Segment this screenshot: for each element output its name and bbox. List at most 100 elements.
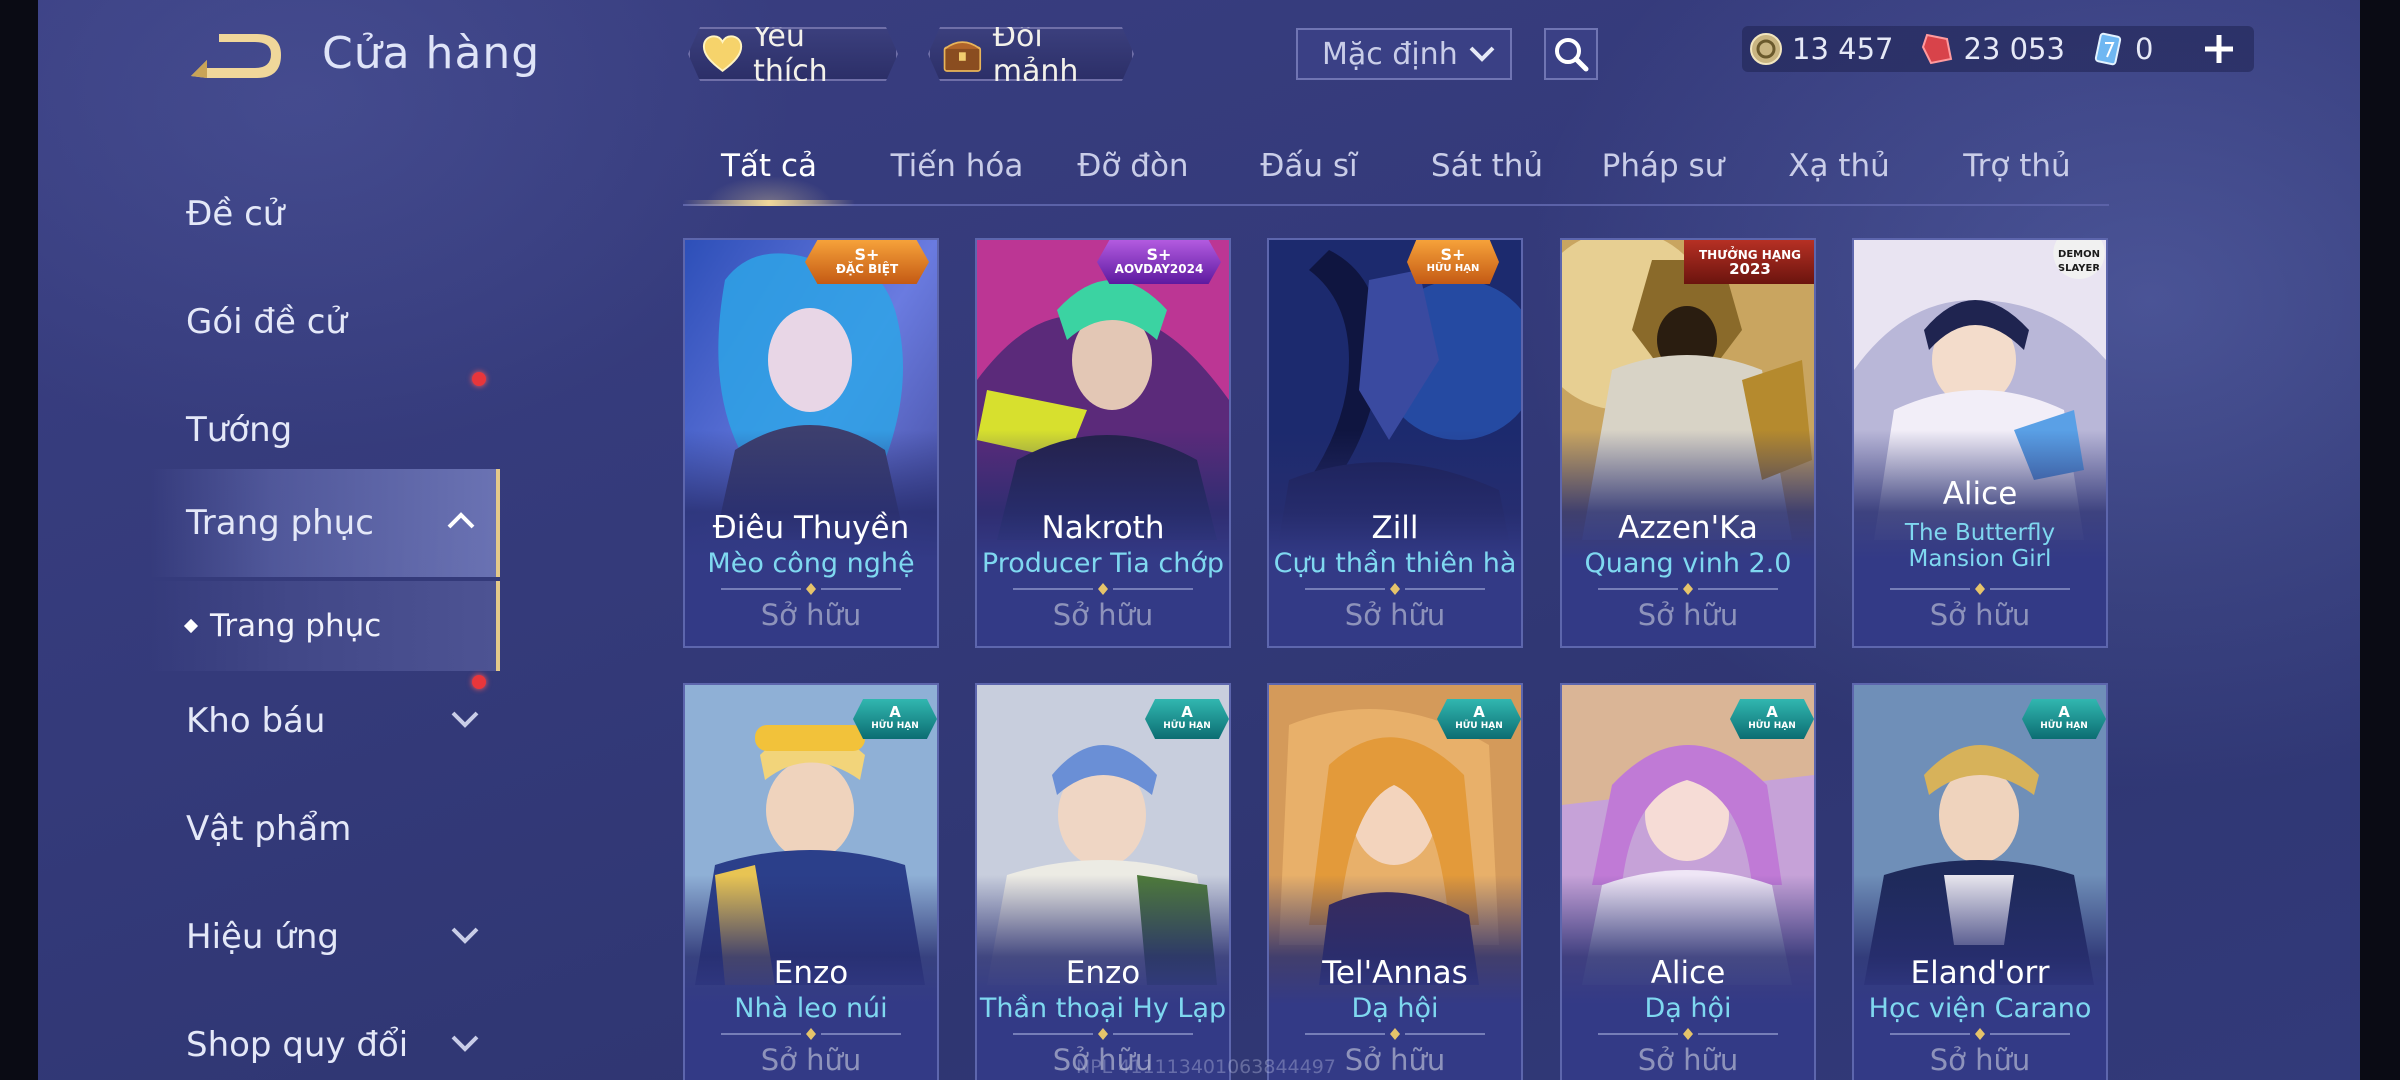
hero-name: Eland'orr (1910, 955, 2050, 991)
owned-status: Sở hữu (1344, 598, 1446, 632)
divider-ornament (721, 583, 901, 595)
tier-badge: S+ AOVDAY2024 (1097, 240, 1221, 284)
tier-badge: THƯỞNG HẠNG 2023 (1684, 240, 1814, 284)
sidebar-item-bundles[interactable]: Gói đề cử (150, 268, 500, 386)
gold-coin-icon (1750, 33, 1782, 65)
blue-card-icon (2094, 32, 2122, 66)
tier-badge: A HỮU HẠN (1437, 699, 1521, 739)
skin-card[interactable]: S+ AOVDAY2024 Nakroth Producer Tia chớp S… (975, 238, 1231, 648)
owned-status: Sở hữu (1637, 1043, 1739, 1077)
divider-ornament (1598, 583, 1778, 595)
tab-marksman[interactable]: Xạ thủ (1753, 148, 1925, 184)
active-tab-underline (683, 200, 855, 206)
skin-card[interactable]: THƯỞNG HẠNG 2023 Azzen'Ka Quang vinh 2.0 … (1560, 238, 1816, 648)
treasure-chest-icon (942, 32, 983, 76)
chevron-down-icon (1469, 46, 1495, 62)
skin-name: Cựu thần thiên hà (1273, 548, 1517, 579)
owned-status: Sở hữu (1929, 598, 2031, 632)
tier-badge: A HỮU HẠN (853, 699, 937, 739)
card-amount: 0 (2134, 32, 2154, 66)
tab-support[interactable]: Trợ thủ (1931, 148, 2103, 184)
sidebar-subitem-label: Trang phục (210, 608, 382, 644)
sidebar-item-label: Hiệu ứng (186, 917, 339, 957)
skin-card[interactable]: S+ HỮU HẠN Zill Cựu thần thiên hà Sở hữu (1267, 238, 1523, 648)
plus-icon (2205, 35, 2233, 63)
skin-name: Quang vinh 2.0 (1584, 548, 1792, 579)
divider-ornament (1890, 583, 2070, 595)
skin-card[interactable]: A HỮU HẠN Enzo Thần thoại Hy Lạp Sở hữu (975, 683, 1231, 1080)
skin-card[interactable]: A HỮU HẠN Enzo Nhà leo núi Sở hữu (683, 683, 939, 1080)
tab-warrior[interactable]: Đấu sĩ (1223, 148, 1395, 184)
search-icon (1555, 38, 1589, 72)
tab-mage[interactable]: Pháp sư (1577, 148, 1749, 184)
exchange-shards-label: Đổi mảnh (992, 19, 1079, 89)
sidebar-item-label: Shop quy đổi (186, 1025, 409, 1065)
hero-name: Tel'Annas (1322, 955, 1468, 991)
sidebar-item-treasure[interactable]: Kho báu (150, 667, 500, 775)
sidebar-item-label: Đề cử (186, 194, 285, 234)
currency-voucher: 23 053 (1919, 31, 2065, 67)
sidebar-item-exchange-shop[interactable]: Shop quy đổi (150, 991, 500, 1080)
skin-card[interactable]: DEMON SLAYER Alice The Butterfly Mansion … (1852, 238, 2108, 648)
skin-card[interactable]: A HỮU HẠN Tel'Annas Dạ hội Sở hữu (1267, 683, 1523, 1080)
exchange-shards-button[interactable]: Đổi mảnh (928, 27, 1134, 81)
back-button[interactable] (185, 30, 285, 86)
tab-evolution[interactable]: Tiến hóa (871, 148, 1043, 184)
tier-badge: A HỮU HẠN (1730, 699, 1814, 739)
sidebar-item-label: Kho báu (186, 701, 326, 741)
sidebar-item-skins[interactable]: Trang phục (150, 469, 500, 577)
hero-name: Azzen'Ka (1618, 510, 1758, 546)
hero-name: Alice (1942, 476, 2018, 512)
favorites-button[interactable]: Yêu thích (688, 27, 898, 81)
skin-card[interactable]: S+ ĐẶC BIỆT Điêu Thuyền Mèo công nghệ Sở … (683, 238, 939, 648)
skin-name: Mèo công nghệ (707, 548, 915, 579)
favorites-label: Yêu thích (753, 19, 828, 89)
hero-name: Nakroth (1041, 510, 1165, 546)
red-voucher-icon (1922, 33, 1953, 65)
screen-edge-left (0, 0, 38, 1080)
chevron-down-icon (451, 711, 479, 728)
hero-name: Zill (1371, 510, 1419, 546)
tab-all[interactable]: Tất cả (683, 148, 855, 184)
divider-ornament (1598, 1028, 1778, 1040)
sidebar-item-label: Trang phục (186, 503, 374, 543)
skin-name: Nhà leo núi (734, 993, 888, 1024)
skin-card[interactable]: A HỮU HẠN Eland'orr Học viện Carano Sở hữ… (1852, 683, 2108, 1080)
notification-dot (472, 675, 486, 689)
skin-name: Dạ hội (1644, 993, 1732, 1024)
owned-status: Sở hữu (760, 1043, 862, 1077)
role-tabs: Tất cả Tiến hóa Đỡ đòn Đấu sĩ Sát thủ Ph… (683, 140, 2109, 206)
sidebar-item-items[interactable]: Vật phẩm (150, 775, 500, 883)
skin-name: Học viện Carano (1868, 993, 2092, 1024)
skin-name: The Butterfly Mansion Girl (1904, 520, 2056, 572)
shop-screen: Cửa hàng Yêu thích Đổi mảnh Mặc định 13 … (0, 0, 2400, 1080)
divider-ornament (1013, 583, 1193, 595)
skin-name: Producer Tia chớp (981, 548, 1225, 579)
sort-dropdown[interactable]: Mặc định (1296, 28, 1512, 80)
skin-name: Thần thoại Hy Lạp (979, 993, 1227, 1024)
tab-assassin[interactable]: Sát thủ (1401, 148, 1573, 184)
sidebar-item-recommended[interactable]: Đề cử (150, 160, 500, 268)
tier-badge: S+ HỮU HẠN (1407, 240, 1499, 284)
currency-gold: 13 457 (1748, 31, 1893, 67)
search-button[interactable] (1544, 28, 1598, 80)
add-currency-button[interactable] (2196, 26, 2242, 72)
tab-tank[interactable]: Đỡ đòn (1047, 148, 1219, 184)
owned-status: Sở hữu (1929, 1043, 2031, 1077)
sidebar-item-heroes[interactable]: Tướng (150, 376, 500, 484)
watermark-text: NPL 411113401063844497 (1076, 1056, 1336, 1078)
hero-name: Enzo (1065, 955, 1141, 991)
back-arrow-icon (191, 34, 281, 78)
sidebar-item-effects[interactable]: Hiệu ứng (150, 883, 500, 991)
sort-value: Mặc định (1322, 36, 1458, 72)
currency-bar: 13 457 23 053 0 (1742, 26, 2254, 72)
divider-ornament (721, 1028, 901, 1040)
divider-ornament (1890, 1028, 2070, 1040)
hero-name: Alice (1650, 955, 1726, 991)
sidebar-subitem-skins[interactable]: Trang phục (150, 581, 500, 671)
skin-card[interactable]: A HỮU HẠN Alice Dạ hội Sở hữu (1560, 683, 1816, 1080)
divider-ornament (1013, 1028, 1193, 1040)
sidebar-item-label: Vật phẩm (186, 809, 352, 849)
page-title: Cửa hàng (322, 28, 541, 79)
tier-badge: S+ ĐẶC BIỆT (805, 240, 929, 284)
